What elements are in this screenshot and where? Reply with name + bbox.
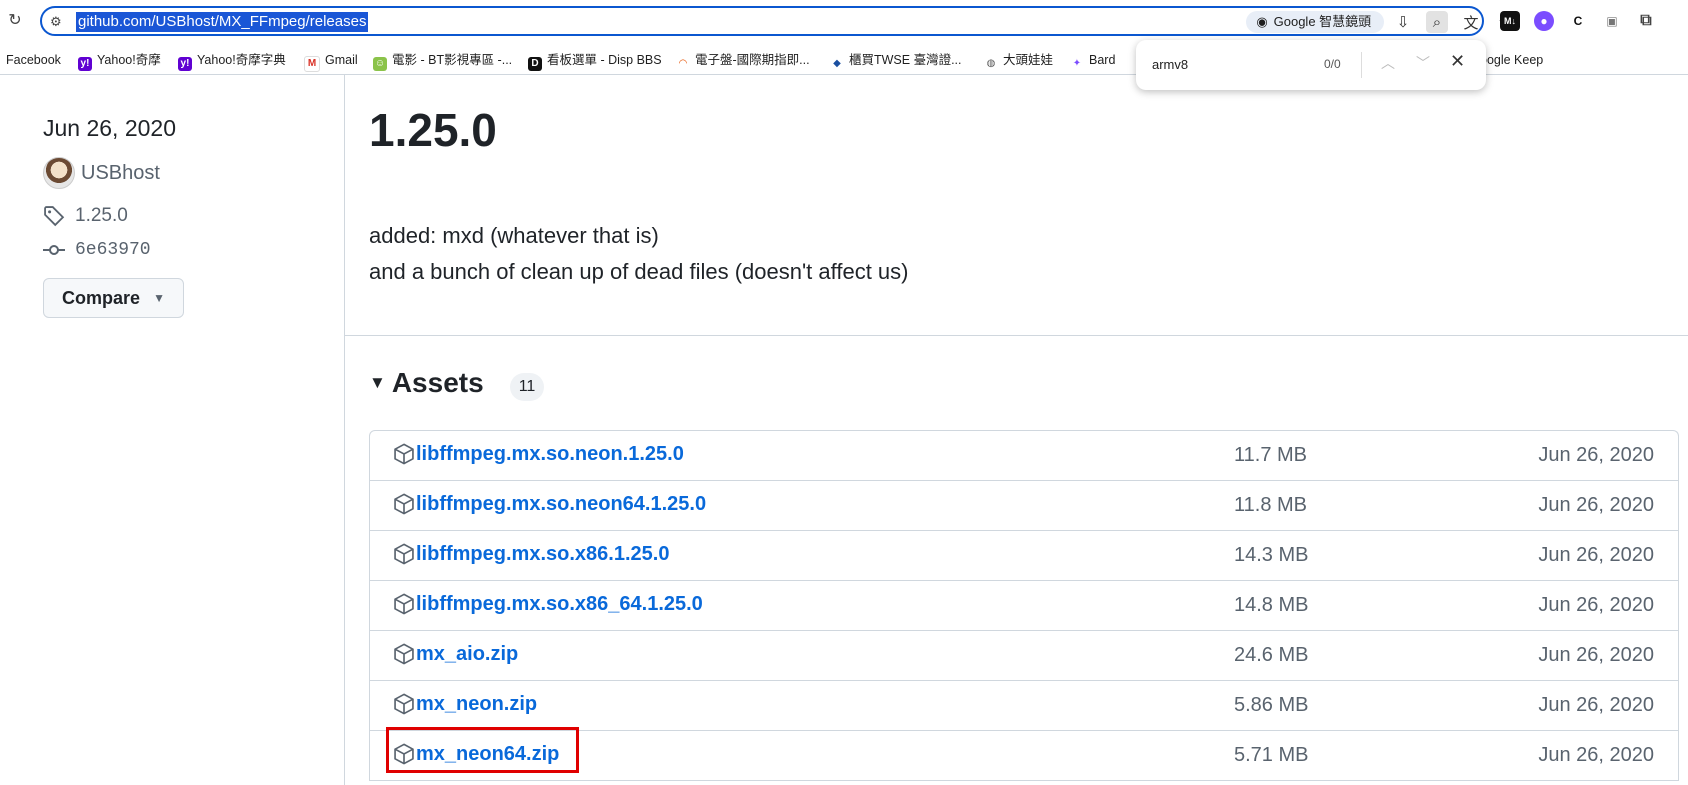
bard-sparkle-icon: ✦ [1070, 57, 1084, 71]
lens-label: Google 智慧鏡頭 [1273, 14, 1372, 29]
asset-size: 5.86 MB [1234, 694, 1309, 716]
asset-date: Jun 26, 2020 [1538, 444, 1654, 466]
extensions-icon[interactable]: ⧉ [1636, 11, 1656, 31]
asset-link[interactable]: mx_aio.zip [416, 643, 518, 666]
bookmark-item[interactable]: ◆ 櫃買TWSE 臺灣證... [830, 51, 962, 71]
bookmark-item[interactable]: y! Yahoo!奇摩 [78, 51, 161, 71]
asset-link[interactable]: libffmpeg.mx.so.x86_64.1.25.0 [416, 593, 703, 616]
lens-icon: ◉ [1256, 14, 1268, 29]
extension-c-icon[interactable]: C [1568, 11, 1588, 31]
translate-icon[interactable]: 文 [1460, 11, 1482, 33]
author-name[interactable]: USBhost [81, 162, 160, 185]
chevron-down-icon[interactable]: ﹀ [1416, 53, 1430, 73]
release-author[interactable]: USBhost [43, 157, 160, 189]
package-icon [394, 593, 414, 615]
url-text[interactable]: github.com/USBhost/MX_FFmpeg/releases [76, 12, 369, 32]
release-notes: added: mxd (whatever that is) and a bunc… [369, 218, 909, 290]
asset-date: Jun 26, 2020 [1538, 594, 1654, 616]
triangle-down-icon: ▼ [369, 373, 386, 392]
release-commit[interactable]: 6e63970 [43, 240, 151, 260]
extension-puzzle-small-icon[interactable]: ▣ [1602, 11, 1622, 31]
twse-icon: ◆ [830, 57, 844, 71]
release-note-line: and a bunch of clean up of dead files (d… [369, 259, 909, 284]
yahoo-icon: y! [178, 57, 192, 71]
bookmark-item[interactable]: ◠ 電子盤-國際期指即... [676, 51, 810, 71]
asset-size: 24.6 MB [1234, 644, 1309, 666]
asset-link[interactable]: libffmpeg.mx.so.x86.1.25.0 [416, 543, 669, 566]
package-icon [394, 643, 414, 665]
find-result-count: 0/0 [1324, 57, 1341, 71]
gmail-icon: M [304, 56, 320, 72]
tag-icon [44, 206, 65, 227]
rainbow-icon: ◠ [676, 57, 690, 71]
asset-date: Jun 26, 2020 [1538, 744, 1654, 766]
asset-link[interactable]: libffmpeg.mx.so.neon64.1.25.0 [416, 493, 706, 516]
commit-icon [43, 245, 65, 255]
site-settings-icon[interactable]: ⚙ [50, 14, 66, 29]
close-icon[interactable]: ✕ [1450, 51, 1465, 72]
bookmark-item[interactable]: ☺ 電影 - BT影視專區 -... [373, 51, 512, 71]
asset-size: 14.8 MB [1234, 594, 1309, 616]
bt-movie-icon: ☺ [373, 57, 387, 71]
release-sidebar: Jun 26, 2020 USBhost 1.25.0 6e63970 Comp… [0, 75, 345, 785]
chevron-up-icon[interactable]: ︿ [1381, 53, 1395, 73]
extension-m-icon[interactable]: M↓ [1500, 11, 1520, 31]
assets-toggle[interactable]: ▼ Assets [369, 367, 484, 399]
section-divider [345, 335, 1688, 336]
compare-label: Compare [62, 288, 141, 308]
asset-row: libffmpeg.mx.so.neon.1.25.0 11.7 MB Jun 26… [370, 431, 1678, 481]
release-date: Jun 26, 2020 [43, 115, 177, 141]
asset-date: Jun 26, 2020 [1538, 544, 1654, 566]
asset-size: 5.71 MB [1234, 744, 1309, 766]
caret-down-icon: ▼ [153, 291, 165, 305]
asset-size: 11.8 MB [1234, 494, 1307, 516]
asset-row: libffmpeg.mx.so.x86.1.25.0 14.3 MB Jun 26,… [370, 531, 1678, 581]
asset-link[interactable]: libffmpeg.mx.so.neon.1.25.0 [416, 443, 684, 466]
extension-shield-icon[interactable]: ● [1534, 11, 1554, 31]
asset-row: mx_neon.zip 5.86 MB Jun 26, 2020 [370, 681, 1678, 731]
bookmark-item[interactable]: oogle Keep [1480, 51, 1543, 69]
compare-button[interactable]: Compare ▼ [43, 278, 184, 318]
asset-size: 11.7 MB [1234, 444, 1307, 466]
reload-icon[interactable]: ↻ [6, 12, 24, 30]
release-title[interactable]: 1.25.0 [369, 103, 497, 157]
asset-row: mx_aio.zip 24.6 MB Jun 26, 2020 [370, 631, 1678, 681]
find-input[interactable]: armv8 [1152, 57, 1188, 72]
asset-row: libffmpeg.mx.so.neon64.1.25.0 11.8 MB Jun … [370, 481, 1678, 531]
bookmark-item[interactable]: ◍ 大頭娃娃 [984, 51, 1053, 71]
annotation-highlight-box [386, 727, 579, 773]
assets-count-badge: 11 [510, 373, 544, 401]
bookmark-item[interactable]: M Gmail [304, 51, 358, 72]
address-bar[interactable]: ⚙ github.com/USBhost/MX_FFmpeg/releases … [40, 6, 1512, 36]
release-note-line: added: mxd (whatever that is) [369, 223, 659, 248]
asset-row: libffmpeg.mx.so.x86_64.1.25.0 14.8 MB Jun … [370, 581, 1678, 631]
asset-date: Jun 26, 2020 [1538, 644, 1654, 666]
release-body: 1.25.0 added: mxd (whatever that is) and… [345, 75, 1688, 785]
commit-hash[interactable]: 6e63970 [75, 240, 151, 260]
bookmark-item[interactable]: ✦ Bard [1070, 51, 1115, 71]
bookmark-item[interactable]: Facebook [6, 51, 61, 69]
package-icon [394, 493, 414, 515]
release-tag[interactable]: 1.25.0 [43, 205, 128, 227]
asset-link[interactable]: mx_neon.zip [416, 693, 537, 716]
package-icon [394, 543, 414, 565]
assets-heading: Assets [391, 367, 484, 398]
package-icon [394, 443, 414, 465]
asset-date: Jun 26, 2020 [1538, 694, 1654, 716]
yahoo-icon: y! [78, 57, 92, 71]
globe-icon: ◍ [984, 57, 998, 71]
asset-date: Jun 26, 2020 [1538, 494, 1654, 516]
bookmark-item[interactable]: D 看板選單 - Disp BBS [528, 51, 662, 71]
avatar[interactable] [43, 157, 75, 189]
asset-size: 14.3 MB [1234, 544, 1309, 566]
bookmark-item[interactable]: y! Yahoo!奇摩字典 [178, 51, 286, 71]
package-icon [394, 693, 414, 715]
tag-label[interactable]: 1.25.0 [75, 205, 128, 227]
google-lens-button[interactable]: ◉ Google 智慧鏡頭 [1246, 11, 1384, 33]
browser-toolbar: ↻ ⚙ github.com/USBhost/MX_FFmpeg/release… [0, 0, 1688, 42]
find-in-page-icon[interactable]: ⌕ [1426, 11, 1448, 33]
install-app-icon[interactable]: ⇩ [1392, 11, 1414, 33]
disp-bbs-icon: D [528, 57, 542, 71]
